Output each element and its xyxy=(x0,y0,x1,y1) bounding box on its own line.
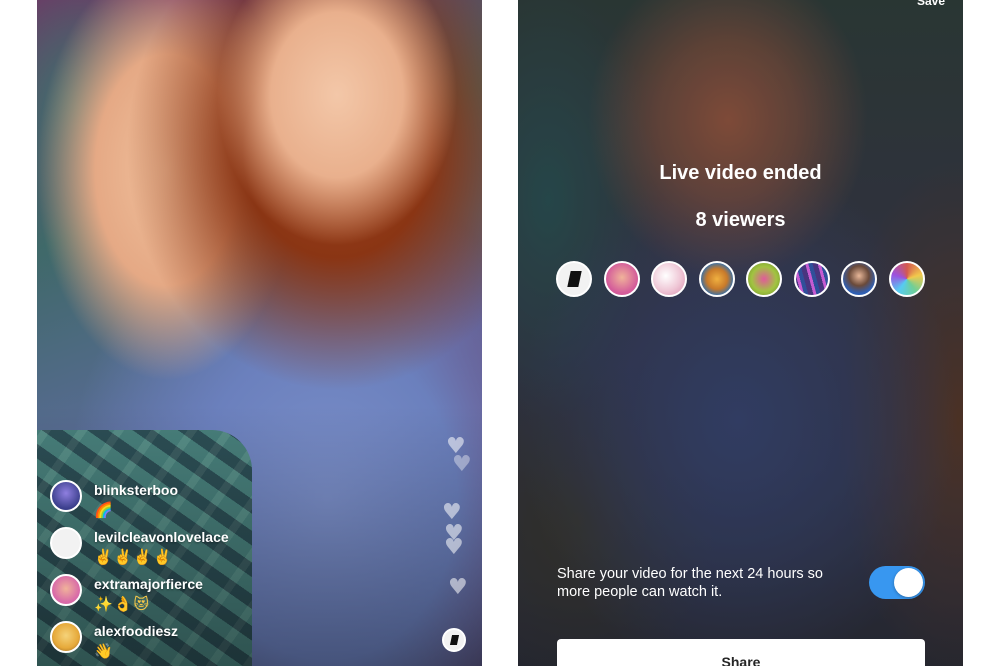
commenter-avatar[interactable] xyxy=(50,480,82,512)
share-button[interactable]: Share xyxy=(557,639,925,666)
commenter-avatar[interactable] xyxy=(50,574,82,606)
comment-item: levilcleavonlovelace ✌️✌️✌️✌️ xyxy=(50,521,350,568)
commenter-avatar[interactable] xyxy=(50,621,82,653)
comment-username[interactable]: alexfoodiesz xyxy=(94,623,178,639)
viewer-count: 8 viewers xyxy=(695,209,786,231)
share-setting-row: Share your video for the next 24 hours s… xyxy=(557,565,927,605)
viewer-avatar[interactable] xyxy=(841,261,877,297)
commenter-avatar[interactable] xyxy=(50,527,82,559)
comment-text: ✌️✌️✌️✌️ xyxy=(94,548,173,566)
viewer-avatar[interactable] xyxy=(556,261,592,297)
live-ended-screen: Save Live video ended 8 viewers Share yo… xyxy=(518,0,963,666)
comment-text: 👋 xyxy=(94,642,114,660)
share-description: Share your video for the next 24 hours s… xyxy=(557,566,823,600)
live-comments-list: blinksterboo 🌈 levilcleavonlovelace ✌️✌️… xyxy=(50,474,350,662)
app-comparison-stage: blinksterboo 🌈 levilcleavonlovelace ✌️✌️… xyxy=(0,0,1000,666)
comment-username[interactable]: blinksterboo xyxy=(94,482,178,498)
viewer-avatar[interactable] xyxy=(651,261,687,297)
comment-item: alexfoodiesz 👋 xyxy=(50,615,350,662)
viewer-avatar-badge[interactable] xyxy=(442,628,466,652)
viewer-avatar[interactable] xyxy=(793,261,830,297)
heart-icon: ♥ xyxy=(444,535,464,560)
heart-icon: ♥ xyxy=(452,452,472,477)
viewer-avatar[interactable] xyxy=(603,261,640,297)
viewer-avatar[interactable] xyxy=(746,261,782,297)
live-stream-screen: blinksterboo 🌈 levilcleavonlovelace ✌️✌️… xyxy=(37,0,482,666)
heart-icon: ♥ xyxy=(448,575,468,600)
comment-text: 🌈 xyxy=(94,501,114,519)
comment-text: ✨👌😻 xyxy=(94,595,150,613)
page-title: Live video ended xyxy=(659,162,822,184)
comment-item: blinksterboo 🌈 xyxy=(50,474,350,521)
viewer-avatar[interactable] xyxy=(888,261,925,297)
viewer-avatars-row xyxy=(556,261,925,297)
viewer-avatar[interactable] xyxy=(698,261,735,297)
comment-username[interactable]: extramajorfierce xyxy=(94,576,203,592)
comment-item: extramajorfierce ✨👌😻 xyxy=(50,568,350,615)
save-button[interactable]: Save xyxy=(917,0,945,8)
comment-username[interactable]: levilcleavonlovelace xyxy=(94,529,229,545)
share-toggle[interactable] xyxy=(869,566,925,599)
toggle-knob xyxy=(894,568,923,597)
